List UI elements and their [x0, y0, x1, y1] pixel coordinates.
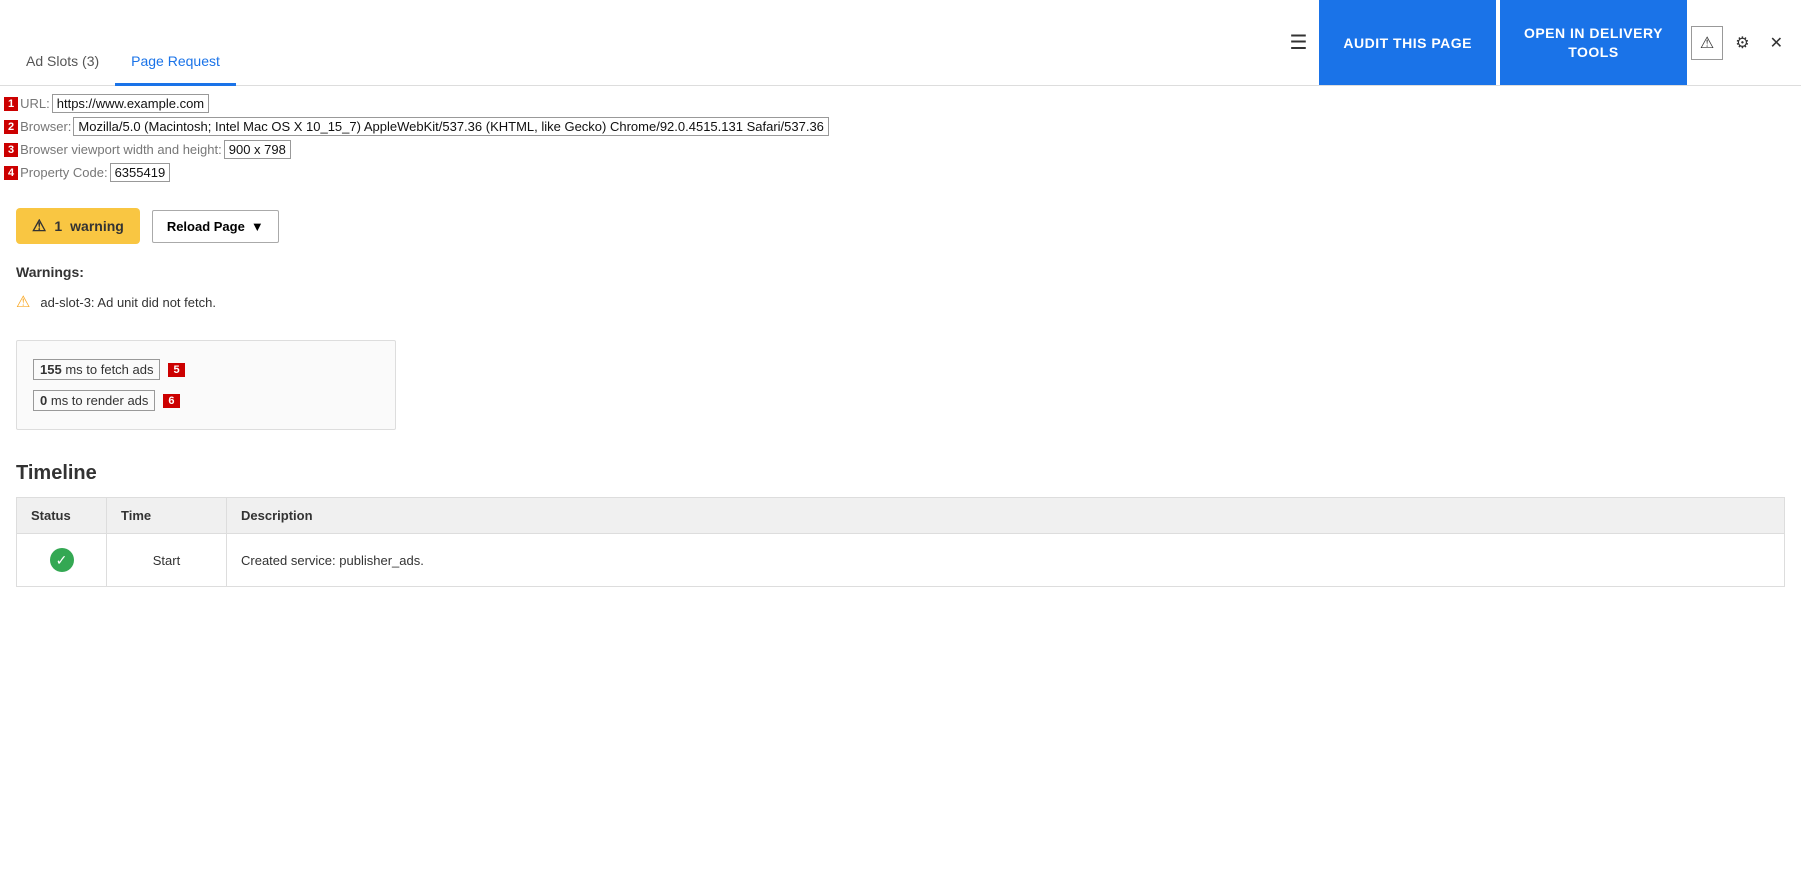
message-icon-button[interactable]: ⚠ — [1691, 26, 1723, 60]
stat-text-fetch: ms to fetch ads — [65, 362, 153, 377]
warning-count: 1 — [54, 218, 62, 234]
row-number-4: 4 — [4, 166, 18, 180]
info-row-viewport: 3 Browser viewport width and height: 900… — [0, 138, 1801, 161]
status-check-icon: ✓ — [50, 548, 74, 572]
stat-label-fetch: 155 ms to fetch ads — [33, 359, 160, 380]
warning-item-icon: ⚠ — [16, 292, 30, 312]
warnings-title: Warnings: — [16, 264, 1785, 280]
warning-label: warning — [70, 218, 124, 234]
tab-ad-slots[interactable]: Ad Slots (3) — [10, 43, 115, 86]
url-value: https://www.example.com — [52, 94, 209, 113]
url-label: URL: — [20, 96, 50, 111]
stat-row-1: 0 ms to render ads 6 — [33, 388, 379, 413]
col-header-time: Time — [107, 498, 227, 534]
stat-row-0: 155 ms to fetch ads 5 — [33, 357, 379, 382]
browser-label: Browser: — [20, 119, 71, 134]
close-icon: ✕ — [1770, 33, 1783, 53]
reload-dropdown-arrow-icon: ▼ — [251, 219, 264, 234]
info-row-browser: 2 Browser: Mozilla/5.0 (Macintosh; Intel… — [0, 115, 1801, 138]
open-in-delivery-tools-button[interactable]: OPEN IN DELIVERY TOOLS — [1500, 0, 1687, 85]
close-button[interactable]: ✕ — [1762, 27, 1791, 59]
timeline-status-cell: ✓ — [17, 534, 107, 587]
property-code-label: Property Code: — [20, 165, 107, 180]
audit-this-page-button[interactable]: AUDIT THIS PAGE — [1319, 0, 1496, 85]
settings-button[interactable]: ⚙ — [1727, 27, 1757, 59]
stat-badge-fetch: 5 — [168, 363, 184, 377]
stat-num-render: 0 — [40, 393, 47, 408]
viewport-value: 900 x 798 — [224, 140, 291, 159]
info-row-property-code: 4 Property Code: 6355419 — [0, 161, 1801, 184]
stat-label-render: 0 ms to render ads — [33, 390, 155, 411]
timeline-header-row: Status Time Description — [17, 498, 1785, 534]
table-row: ✓ Start Created service: publisher_ads. — [17, 534, 1785, 587]
property-code-value: 6355419 — [110, 163, 171, 182]
col-header-status: Status — [17, 498, 107, 534]
row-number-2: 2 — [4, 120, 18, 134]
row-number-1: 1 — [4, 97, 18, 111]
info-row-url: 1 URL: https://www.example.com — [0, 92, 1801, 115]
warning-item-0: ⚠ ad-slot-3: Ad unit did not fetch. — [16, 288, 1785, 316]
header: Ad Slots (3) Page Request ☰ AUDIT THIS P… — [0, 0, 1801, 86]
stat-text-render: ms to render ads — [51, 393, 149, 408]
stat-num-fetch: 155 — [40, 362, 62, 377]
warnings-section: Warnings: ⚠ ad-slot-3: Ad unit did not f… — [0, 256, 1801, 324]
stats-box: 155 ms to fetch ads 5 0 ms to render ads… — [16, 340, 396, 430]
warning-circle-icon: ⚠ — [32, 216, 46, 236]
browser-value: Mozilla/5.0 (Macintosh; Intel Mac OS X 1… — [73, 117, 829, 136]
header-actions: ☰ AUDIT THIS PAGE OPEN IN DELIVERY TOOLS… — [1271, 0, 1801, 85]
gear-icon: ⚙ — [1735, 33, 1749, 53]
message-icon: ⚠ — [1700, 33, 1714, 53]
timeline-title: Timeline — [16, 462, 1785, 485]
timeline-section: Timeline Status Time Description ✓ Start… — [0, 446, 1801, 603]
col-header-description: Description — [227, 498, 1785, 534]
timeline-time-cell: Start — [107, 534, 227, 587]
header-spacer — [246, 0, 1272, 85]
stat-badge-render: 6 — [163, 394, 179, 408]
warning-bar-section: ⚠ 1 warning Reload Page ▼ — [0, 184, 1801, 256]
reload-page-button[interactable]: Reload Page ▼ — [152, 210, 279, 243]
warning-badge[interactable]: ⚠ 1 warning — [16, 208, 140, 244]
tab-page-request[interactable]: Page Request — [115, 43, 236, 86]
tab-bar: Ad Slots (3) Page Request — [0, 0, 246, 85]
hamburger-button[interactable]: ☰ — [1281, 22, 1315, 63]
timeline-table: Status Time Description ✓ Start Created … — [16, 497, 1785, 587]
viewport-label: Browser viewport width and height: — [20, 142, 222, 157]
info-section: 1 URL: https://www.example.com 2 Browser… — [0, 86, 1801, 184]
row-number-3: 3 — [4, 143, 18, 157]
timeline-description-cell: Created service: publisher_ads. — [227, 534, 1785, 587]
warning-item-text: ad-slot-3: Ad unit did not fetch. — [40, 295, 216, 310]
